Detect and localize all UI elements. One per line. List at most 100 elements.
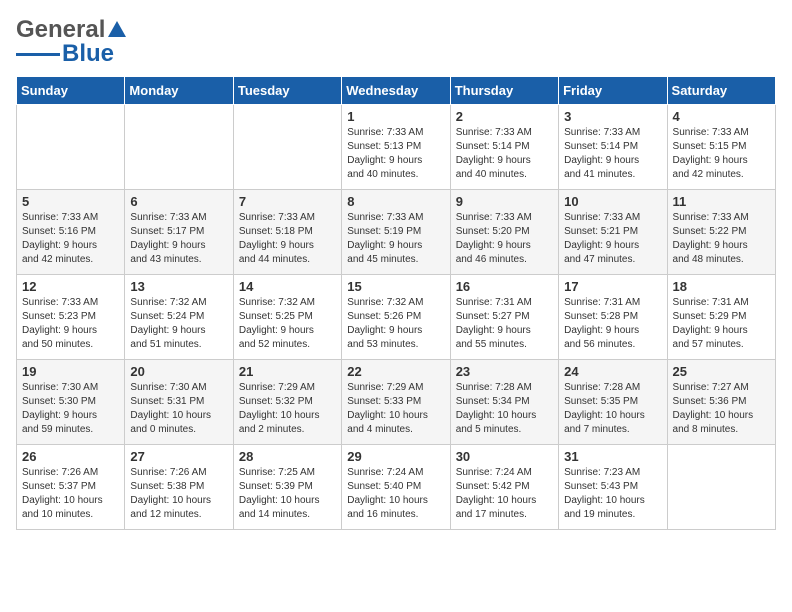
day-cell: 2 Sunrise: 7:33 AM Sunset: 5:14 PM Daylig…	[450, 105, 558, 190]
day-cell: 24 Sunrise: 7:28 AM Sunset: 5:35 PM Dayli…	[559, 360, 667, 445]
day-cell: 4Sunrise: 7:33 AM Sunset: 5:15 PM Daylig…	[667, 105, 775, 190]
day-number: 16	[456, 279, 553, 294]
day-info: Sunrise: 7:33 AM Sunset: 5:14 PM Dayligh…	[564, 126, 661, 182]
day-info: Sunrise: 7:33 AM Sunset: 5:21 PM Dayligh…	[564, 211, 661, 267]
day-number: 7	[239, 194, 336, 209]
day-number: 21	[239, 364, 336, 379]
day-number: 18	[673, 279, 770, 294]
day-info: Sunrise: 7:33 AM Sunset: 5:20 PM Dayligh…	[456, 211, 553, 267]
day-number: 28	[239, 449, 336, 464]
day-cell: 25 Sunrise: 7:27 AM Sunset: 5:36 PM Dayli…	[667, 360, 775, 445]
day-number: 13	[130, 279, 227, 294]
day-info: Sunrise: 7:33 AM Sunset: 5:15 PM Dayligh…	[673, 126, 770, 182]
logo-icon	[106, 19, 128, 41]
day-number: 22	[347, 364, 444, 379]
day-number: 26	[22, 449, 119, 464]
day-info: Sunrise: 7:31 AM Sunset: 5:28 PM Dayligh…	[564, 296, 661, 352]
day-number: 24	[564, 364, 661, 379]
day-cell: 5 Sunrise: 7:33 AM Sunset: 5:16 PM Daylig…	[17, 190, 125, 275]
day-number: 10	[564, 194, 661, 209]
day-cell: 13 Sunrise: 7:32 AM Sunset: 5:24 PM Dayli…	[125, 275, 233, 360]
day-info: Sunrise: 7:33 AM Sunset: 5:22 PM Dayligh…	[673, 211, 770, 267]
day-number: 6	[130, 194, 227, 209]
day-info: Sunrise: 7:33 AM Sunset: 5:18 PM Dayligh…	[239, 211, 336, 267]
day-cell: 29Sunrise: 7:24 AM Sunset: 5:40 PM Dayli…	[342, 445, 450, 530]
day-info: Sunrise: 7:33 AM Sunset: 5:16 PM Dayligh…	[22, 211, 119, 267]
day-cell: 22 Sunrise: 7:29 AM Sunset: 5:33 PM Dayli…	[342, 360, 450, 445]
day-info: Sunrise: 7:30 AM Sunset: 5:30 PM Dayligh…	[22, 381, 119, 437]
day-info: Sunrise: 7:33 AM Sunset: 5:13 PM Dayligh…	[347, 126, 444, 182]
day-number: 9	[456, 194, 553, 209]
day-number: 8	[347, 194, 444, 209]
day-number: 11	[673, 194, 770, 209]
col-header-wednesday: Wednesday	[342, 77, 450, 105]
day-cell: 3 Sunrise: 7:33 AM Sunset: 5:14 PM Daylig…	[559, 105, 667, 190]
logo: General Blue	[16, 16, 128, 68]
day-info: Sunrise: 7:29 AM Sunset: 5:33 PM Dayligh…	[347, 381, 444, 437]
day-cell: 18Sunrise: 7:31 AM Sunset: 5:29 PM Dayli…	[667, 275, 775, 360]
col-header-monday: Monday	[125, 77, 233, 105]
day-number: 27	[130, 449, 227, 464]
col-header-sunday: Sunday	[17, 77, 125, 105]
day-cell: 10 Sunrise: 7:33 AM Sunset: 5:21 PM Dayli…	[559, 190, 667, 275]
day-info: Sunrise: 7:24 AM Sunset: 5:40 PM Dayligh…	[347, 466, 444, 522]
header-row: SundayMondayTuesdayWednesdayThursdayFrid…	[17, 77, 776, 105]
day-cell: 26 Sunrise: 7:26 AM Sunset: 5:37 PM Dayli…	[17, 445, 125, 530]
day-info: Sunrise: 7:28 AM Sunset: 5:35 PM Dayligh…	[564, 381, 661, 437]
day-info: Sunrise: 7:32 AM Sunset: 5:25 PM Dayligh…	[239, 296, 336, 352]
day-cell	[125, 105, 233, 190]
col-header-thursday: Thursday	[450, 77, 558, 105]
day-info: Sunrise: 7:26 AM Sunset: 5:37 PM Dayligh…	[22, 466, 119, 522]
day-cell: 9 Sunrise: 7:33 AM Sunset: 5:20 PM Daylig…	[450, 190, 558, 275]
day-number: 5	[22, 194, 119, 209]
day-number: 20	[130, 364, 227, 379]
col-header-friday: Friday	[559, 77, 667, 105]
logo-blue: Blue	[62, 40, 114, 68]
day-cell: 23 Sunrise: 7:28 AM Sunset: 5:34 PM Dayli…	[450, 360, 558, 445]
day-cell: 20Sunrise: 7:30 AM Sunset: 5:31 PM Dayli…	[125, 360, 233, 445]
day-cell	[667, 445, 775, 530]
page-header: General Blue	[16, 16, 776, 68]
day-info: Sunrise: 7:31 AM Sunset: 5:27 PM Dayligh…	[456, 296, 553, 352]
day-info: Sunrise: 7:24 AM Sunset: 5:42 PM Dayligh…	[456, 466, 553, 522]
day-number: 1	[347, 109, 444, 124]
day-cell: 14 Sunrise: 7:32 AM Sunset: 5:25 PM Dayli…	[233, 275, 341, 360]
day-cell: 28 Sunrise: 7:25 AM Sunset: 5:39 PM Dayli…	[233, 445, 341, 530]
day-info: Sunrise: 7:25 AM Sunset: 5:39 PM Dayligh…	[239, 466, 336, 522]
day-number: 12	[22, 279, 119, 294]
week-row-5: 26 Sunrise: 7:26 AM Sunset: 5:37 PM Dayli…	[17, 445, 776, 530]
day-cell: 6Sunrise: 7:33 AM Sunset: 5:17 PM Daylig…	[125, 190, 233, 275]
day-cell: 21 Sunrise: 7:29 AM Sunset: 5:32 PM Dayli…	[233, 360, 341, 445]
day-number: 2	[456, 109, 553, 124]
day-info: Sunrise: 7:33 AM Sunset: 5:14 PM Dayligh…	[456, 126, 553, 182]
day-cell: 8 Sunrise: 7:33 AM Sunset: 5:19 PM Daylig…	[342, 190, 450, 275]
day-cell: 12 Sunrise: 7:33 AM Sunset: 5:23 PM Dayli…	[17, 275, 125, 360]
day-cell: 7 Sunrise: 7:33 AM Sunset: 5:18 PM Daylig…	[233, 190, 341, 275]
day-info: Sunrise: 7:28 AM Sunset: 5:34 PM Dayligh…	[456, 381, 553, 437]
day-cell: 31 Sunrise: 7:23 AM Sunset: 5:43 PM Dayli…	[559, 445, 667, 530]
calendar-table: SundayMondayTuesdayWednesdayThursdayFrid…	[16, 76, 776, 530]
day-number: 25	[673, 364, 770, 379]
day-info: Sunrise: 7:33 AM Sunset: 5:19 PM Dayligh…	[347, 211, 444, 267]
week-row-3: 12 Sunrise: 7:33 AM Sunset: 5:23 PM Dayli…	[17, 275, 776, 360]
day-cell: 19Sunrise: 7:30 AM Sunset: 5:30 PM Dayli…	[17, 360, 125, 445]
week-row-1: 1 Sunrise: 7:33 AM Sunset: 5:13 PM Daylig…	[17, 105, 776, 190]
day-cell: 17 Sunrise: 7:31 AM Sunset: 5:28 PM Dayli…	[559, 275, 667, 360]
logo-underline	[16, 53, 60, 56]
day-cell: 15Sunrise: 7:32 AM Sunset: 5:26 PM Dayli…	[342, 275, 450, 360]
day-info: Sunrise: 7:32 AM Sunset: 5:24 PM Dayligh…	[130, 296, 227, 352]
day-info: Sunrise: 7:27 AM Sunset: 5:36 PM Dayligh…	[673, 381, 770, 437]
day-number: 3	[564, 109, 661, 124]
week-row-4: 19Sunrise: 7:30 AM Sunset: 5:30 PM Dayli…	[17, 360, 776, 445]
day-info: Sunrise: 7:23 AM Sunset: 5:43 PM Dayligh…	[564, 466, 661, 522]
day-number: 14	[239, 279, 336, 294]
day-info: Sunrise: 7:29 AM Sunset: 5:32 PM Dayligh…	[239, 381, 336, 437]
col-header-saturday: Saturday	[667, 77, 775, 105]
day-cell	[233, 105, 341, 190]
day-number: 23	[456, 364, 553, 379]
day-number: 30	[456, 449, 553, 464]
day-number: 31	[564, 449, 661, 464]
day-info: Sunrise: 7:33 AM Sunset: 5:23 PM Dayligh…	[22, 296, 119, 352]
day-cell: 11 Sunrise: 7:33 AM Sunset: 5:22 PM Dayli…	[667, 190, 775, 275]
day-number: 17	[564, 279, 661, 294]
